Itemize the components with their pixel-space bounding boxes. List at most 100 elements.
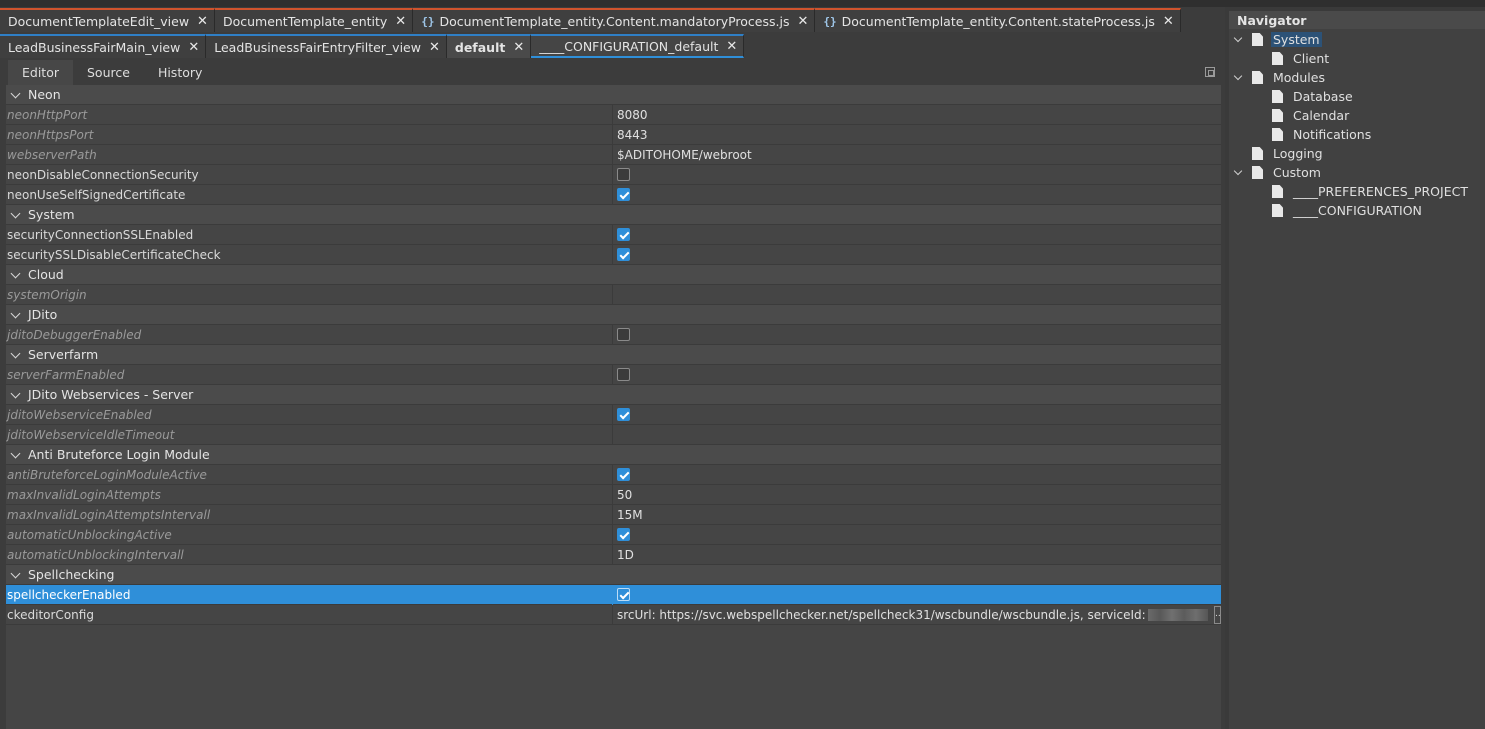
property-row[interactable]: neonDisableConnectionSecurity — [6, 164, 1221, 185]
editor-tab[interactable]: LeadBusinessFairEntryFilter_view ✕ — [206, 34, 447, 58]
chevron-down-icon[interactable] — [1233, 33, 1243, 43]
property-row[interactable]: systemOrigin — [6, 284, 1221, 305]
property-value[interactable] — [613, 465, 1221, 485]
close-icon[interactable]: ✕ — [188, 40, 199, 55]
property-row[interactable]: neonHttpPort 8080 — [6, 104, 1221, 125]
property-checkbox[interactable] — [617, 168, 630, 181]
property-checkbox[interactable] — [617, 408, 630, 421]
close-icon[interactable]: ✕ — [429, 40, 440, 55]
tree-node[interactable]: ____PREFERENCES_PROJECT — [1229, 182, 1485, 201]
tree-node[interactable]: Logging — [1229, 144, 1485, 163]
property-row[interactable]: jditoWebserviceIdleTimeout — [6, 424, 1221, 445]
editor-tab[interactable]: ____CONFIGURATION_default ✕ — [531, 34, 745, 58]
maximize-icon[interactable] — [1205, 67, 1215, 77]
property-row[interactable]: maxInvalidLoginAttemptsIntervall 15M — [6, 504, 1221, 525]
property-checkbox[interactable] — [617, 588, 630, 601]
property-value[interactable]: 50 — [613, 485, 1221, 505]
tree-node-label: Logging — [1273, 146, 1323, 161]
property-group-header[interactable]: System — [6, 205, 1221, 225]
property-value[interactable]: 1D — [613, 545, 1221, 565]
property-row[interactable]: securityConnectionSSLEnabled — [6, 224, 1221, 245]
property-value[interactable] — [613, 185, 1221, 205]
chevron-down-icon[interactable] — [10, 268, 21, 278]
property-value[interactable]: srcUrl: https://svc.webspellchecker.net/… — [613, 605, 1221, 625]
chevron-down-icon[interactable] — [1233, 71, 1243, 81]
property-checkbox[interactable] — [617, 188, 630, 201]
property-checkbox[interactable] — [617, 248, 630, 261]
property-row[interactable]: spellcheckerEnabled — [6, 584, 1221, 605]
chevron-down-icon[interactable] — [10, 308, 21, 318]
property-group-header[interactable]: Cloud — [6, 265, 1221, 285]
property-key: spellcheckerEnabled — [6, 584, 613, 605]
property-checkbox[interactable] — [617, 468, 630, 481]
property-group-header[interactable]: Anti Bruteforce Login Module — [6, 445, 1221, 465]
editor-tab[interactable]: DocumentTemplate_entity ✕ — [214, 8, 414, 32]
property-row[interactable]: serverFarmEnabled — [6, 364, 1221, 385]
edit-ellipsis-button[interactable]: ... — [1214, 605, 1221, 624]
editor-tab[interactable]: DocumentTemplateEdit_view ✕ — [0, 8, 215, 32]
property-value[interactable]: 8443 — [613, 125, 1221, 145]
chevron-down-icon[interactable] — [10, 88, 21, 98]
property-row[interactable]: neonUseSelfSignedCertificate — [6, 184, 1221, 205]
property-checkbox[interactable] — [617, 228, 630, 241]
tree-node[interactable]: Custom — [1229, 163, 1485, 182]
property-row[interactable]: ckeditorConfig srcUrl: https://svc.webspe… — [6, 604, 1221, 625]
close-icon[interactable]: ✕ — [1163, 14, 1174, 29]
property-checkbox[interactable] — [617, 328, 630, 341]
chevron-down-icon[interactable] — [10, 568, 21, 578]
property-value[interactable]: 15M — [613, 505, 1221, 525]
editor-tab[interactable]: {} DocumentTemplate_entity.Content.stateP… — [815, 8, 1181, 32]
property-row[interactable]: jditoWebserviceEnabled — [6, 404, 1221, 425]
property-row[interactable]: securitySSLDisableCertificateCheck — [6, 244, 1221, 265]
tree-node[interactable]: Calendar — [1229, 106, 1485, 125]
close-icon[interactable]: ✕ — [726, 39, 737, 54]
property-value[interactable] — [613, 585, 1221, 605]
property-checkbox[interactable] — [617, 528, 630, 541]
subtab-source[interactable]: Source — [73, 60, 144, 85]
property-value[interactable]: 8080 — [613, 105, 1221, 125]
close-icon[interactable]: ✕ — [797, 14, 808, 29]
property-value[interactable] — [613, 405, 1221, 425]
tree-node[interactable]: Database — [1229, 87, 1485, 106]
chevron-down-icon[interactable] — [1233, 166, 1243, 176]
editor-tab[interactable]: LeadBusinessFairMain_view ✕ — [0, 34, 207, 58]
property-value[interactable] — [613, 225, 1221, 245]
property-value[interactable] — [613, 525, 1221, 545]
property-value[interactable] — [613, 285, 1221, 305]
property-value[interactable] — [613, 165, 1221, 185]
property-row[interactable]: neonHttpsPort 8443 — [6, 124, 1221, 145]
property-group-header[interactable]: Serverfarm — [6, 345, 1221, 365]
subtab-history[interactable]: History — [144, 60, 216, 85]
chevron-down-icon[interactable] — [10, 388, 21, 398]
property-value[interactable] — [613, 425, 1221, 445]
tree-node[interactable]: Modules — [1229, 68, 1485, 87]
chevron-down-icon[interactable] — [10, 208, 21, 218]
chevron-down-icon[interactable] — [10, 348, 21, 358]
property-row[interactable]: automaticUnblockingIntervall 1D — [6, 544, 1221, 565]
close-icon[interactable]: ✕ — [395, 14, 406, 29]
tree-node[interactable]: Client — [1229, 49, 1485, 68]
property-value[interactable] — [613, 325, 1221, 345]
tree-node[interactable]: ____CONFIGURATION — [1229, 201, 1485, 220]
close-icon[interactable]: ✕ — [513, 40, 524, 55]
editor-tab[interactable]: {} DocumentTemplate_entity.Content.mandat… — [413, 8, 816, 32]
property-row[interactable]: maxInvalidLoginAttempts 50 — [6, 484, 1221, 505]
subtab-editor[interactable]: Editor — [8, 60, 73, 85]
close-icon[interactable]: ✕ — [197, 14, 208, 29]
property-group-header[interactable]: JDito — [6, 305, 1221, 325]
property-checkbox[interactable] — [617, 368, 630, 381]
property-value[interactable] — [613, 245, 1221, 265]
property-row[interactable]: webserverPath $ADITOHOME/webroot — [6, 144, 1221, 165]
property-group-header[interactable]: Neon — [6, 85, 1221, 105]
property-value[interactable] — [613, 365, 1221, 385]
chevron-down-icon[interactable] — [10, 448, 21, 458]
property-value[interactable]: $ADITOHOME/webroot — [613, 145, 1221, 165]
tree-node[interactable]: Notifications — [1229, 125, 1485, 144]
property-row[interactable]: jditoDebuggerEnabled — [6, 324, 1221, 345]
property-group-header[interactable]: Spellchecking — [6, 565, 1221, 585]
property-row[interactable]: antiBruteforceLoginModuleActive — [6, 464, 1221, 485]
property-row[interactable]: automaticUnblockingActive — [6, 524, 1221, 545]
editor-tab[interactable]: default ✕ — [446, 34, 532, 58]
property-group-header[interactable]: JDito Webservices - Server — [6, 385, 1221, 405]
tree-node[interactable]: System — [1229, 30, 1485, 49]
